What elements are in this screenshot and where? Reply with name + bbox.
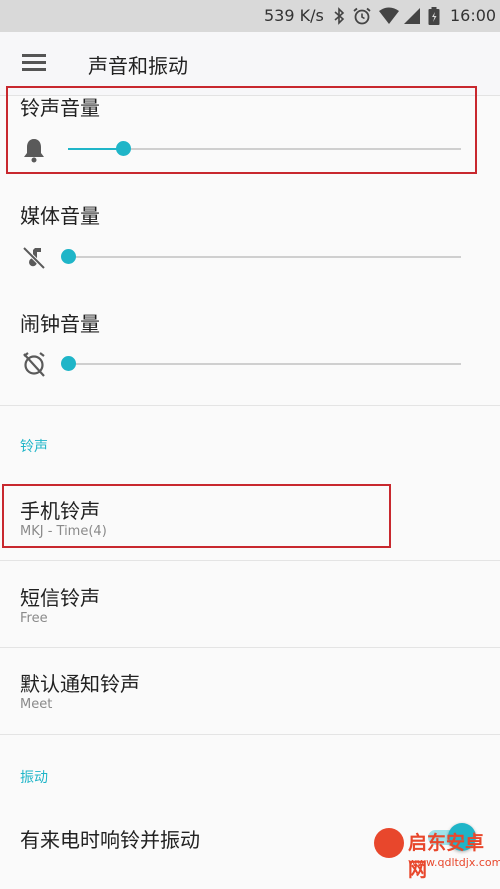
media-volume-thumb[interactable]: [61, 249, 76, 264]
alarm-off-icon: [20, 350, 48, 378]
watermark-name: 启东安卓网: [408, 832, 485, 881]
divider: [0, 734, 500, 735]
watermark: 启东安卓网 www.qdltdjx.com: [368, 826, 500, 889]
section-header-vibration: 振动: [20, 770, 48, 786]
divider: [0, 560, 500, 561]
status-bar: 539 K/s 16:00: [0, 0, 500, 32]
alarm-volume-slider[interactable]: [61, 356, 461, 371]
highlight-box-phone-ringtone: [2, 484, 391, 548]
signal-icon: [403, 7, 421, 29]
divider: [0, 405, 500, 406]
list-item-title: 短信铃声: [20, 586, 100, 610]
list-item-title: 默认通知铃声: [20, 672, 140, 696]
media-volume-slider[interactable]: [61, 249, 461, 264]
bluetooth-icon: [332, 7, 346, 29]
watermark-logo-icon: [374, 828, 404, 858]
divider: [0, 647, 500, 648]
watermark-url: www.qdltdjx.com: [408, 856, 500, 869]
clock: 16:00: [450, 6, 497, 25]
list-item-subtitle: Meet: [20, 697, 53, 712]
page-title: 声音和振动: [88, 54, 188, 78]
menu-icon[interactable]: [22, 54, 46, 72]
highlight-box-ringtone-volume: [6, 86, 477, 174]
music-off-icon: [20, 243, 48, 271]
battery-icon: [428, 7, 440, 29]
list-item-subtitle: Free: [20, 611, 48, 626]
network-speed: 539 K/s: [264, 6, 324, 25]
wifi-icon: [378, 7, 400, 29]
section-header-ringtone: 铃声: [20, 439, 48, 455]
media-volume-label: 媒体音量: [20, 204, 100, 228]
alarm-volume-thumb[interactable]: [61, 356, 76, 371]
alarm-icon: [352, 7, 372, 29]
alarm-volume-label: 闹钟音量: [20, 312, 100, 336]
list-item-title: 有来电时响铃并振动: [20, 828, 200, 852]
